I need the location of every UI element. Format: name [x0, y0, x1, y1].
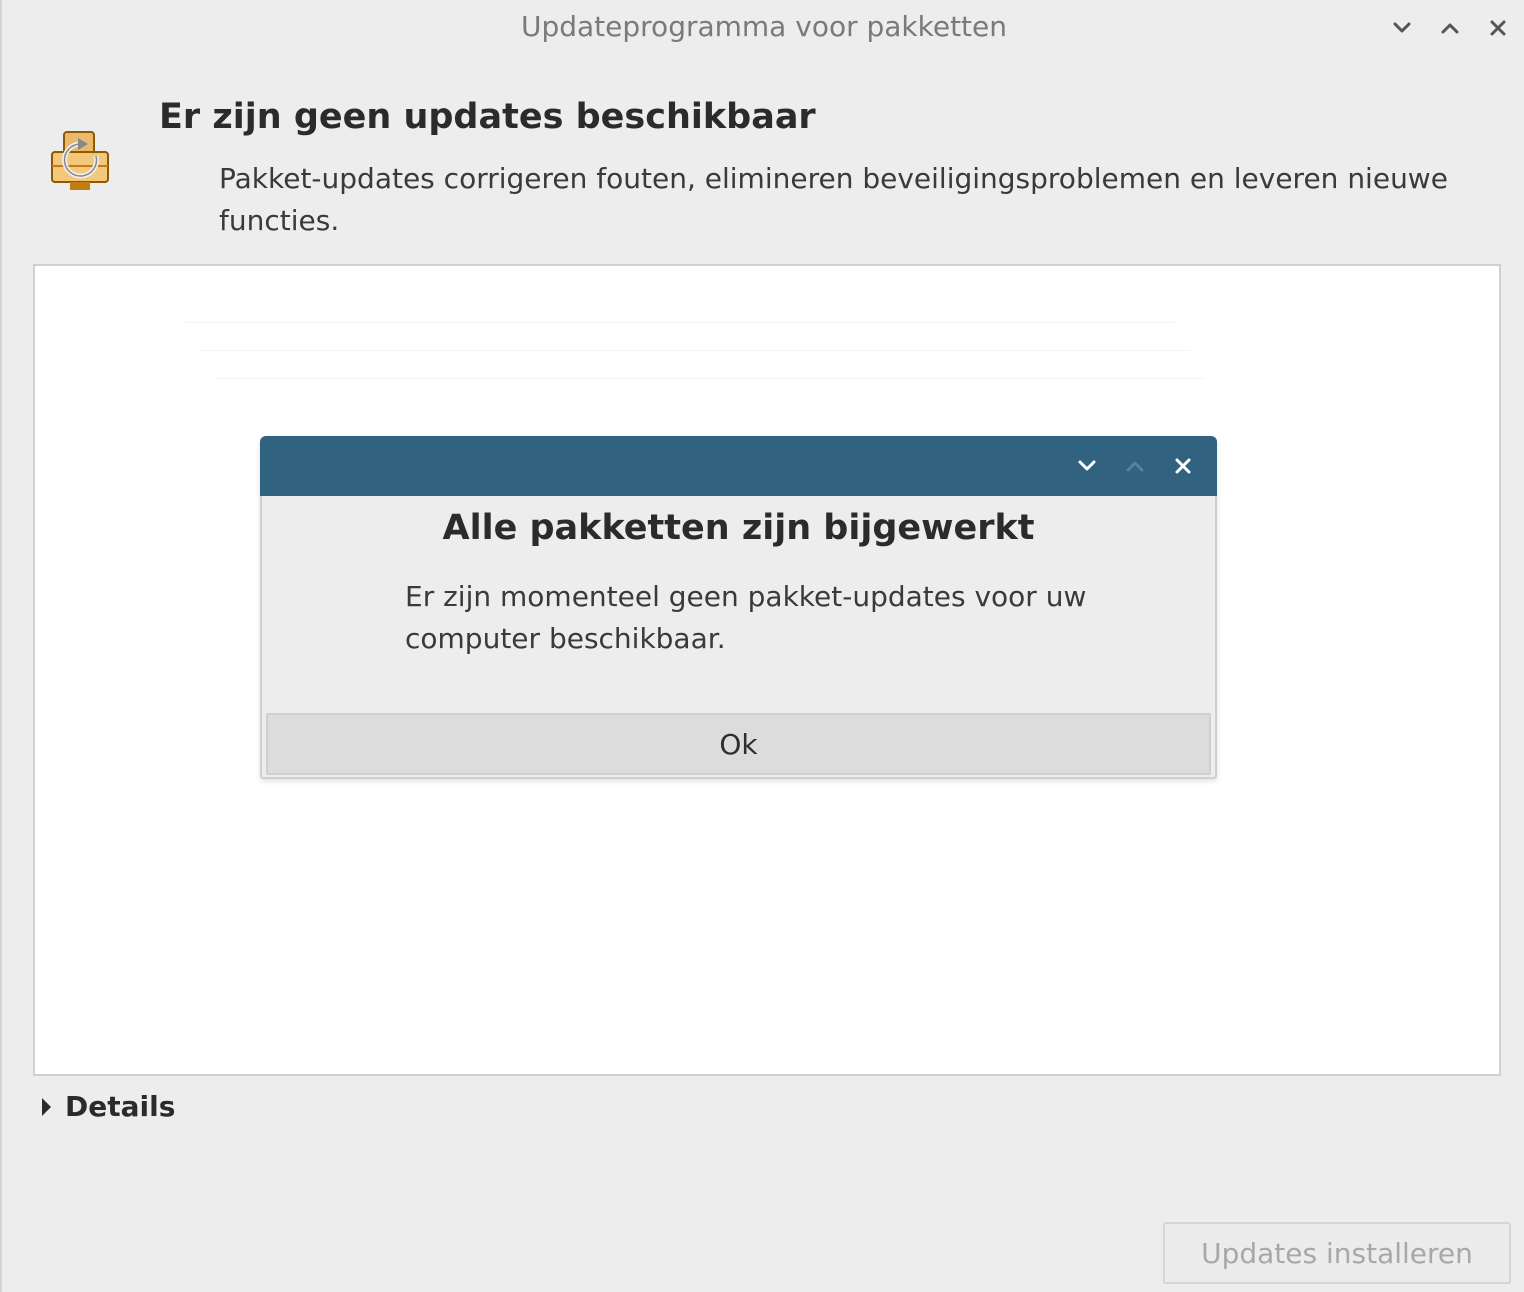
- dialog-message: Er zijn momenteel geen pakket-updates vo…: [405, 580, 1087, 655]
- status-heading: Er zijn geen updates beschikbaar: [159, 97, 816, 137]
- status-description: Pakket-updates corrigeren fouten, elimin…: [219, 162, 1448, 237]
- triangle-right-icon: [42, 1097, 51, 1116]
- chevron-up-icon: [1441, 23, 1459, 34]
- chevron-down-icon: [1078, 460, 1096, 471]
- dialog-title: Alle pakketten zijn bijgewerkt: [442, 508, 1035, 548]
- maximize-button[interactable]: [1434, 12, 1466, 44]
- window-title: Updateprogramma voor pakketten: [520, 10, 1008, 43]
- dialog-minimize-button[interactable]: [1072, 451, 1102, 481]
- dialog-close-button[interactable]: [1168, 451, 1198, 481]
- package-update-icon: [44, 126, 120, 202]
- install-updates-button[interactable]: Updates installeren: [1163, 1222, 1511, 1284]
- ok-button[interactable]: Ok: [266, 713, 1211, 775]
- chevron-up-icon: [1126, 461, 1144, 472]
- window-titlebar[interactable]: Updateprogramma voor pakketten: [2, 0, 1524, 56]
- up-to-date-dialog: Alle pakketten zijn bijgewerkt Er zijn m…: [260, 436, 1217, 779]
- chevron-down-icon: [1393, 22, 1411, 33]
- details-expander[interactable]: Details: [42, 1090, 175, 1123]
- divider: [215, 378, 1205, 379]
- divider: [200, 350, 1190, 351]
- close-icon: [1175, 458, 1191, 474]
- close-icon: [1490, 20, 1506, 36]
- divider: [185, 322, 1175, 323]
- details-label: Details: [65, 1090, 176, 1123]
- update-manager-window: Updateprogramma voor pakketten Er zijn g…: [0, 0, 1524, 1292]
- close-button[interactable]: [1482, 12, 1514, 44]
- minimize-button[interactable]: [1386, 12, 1418, 44]
- dialog-titlebar[interactable]: [260, 436, 1217, 496]
- dialog-maximize-button[interactable]: [1120, 451, 1150, 481]
